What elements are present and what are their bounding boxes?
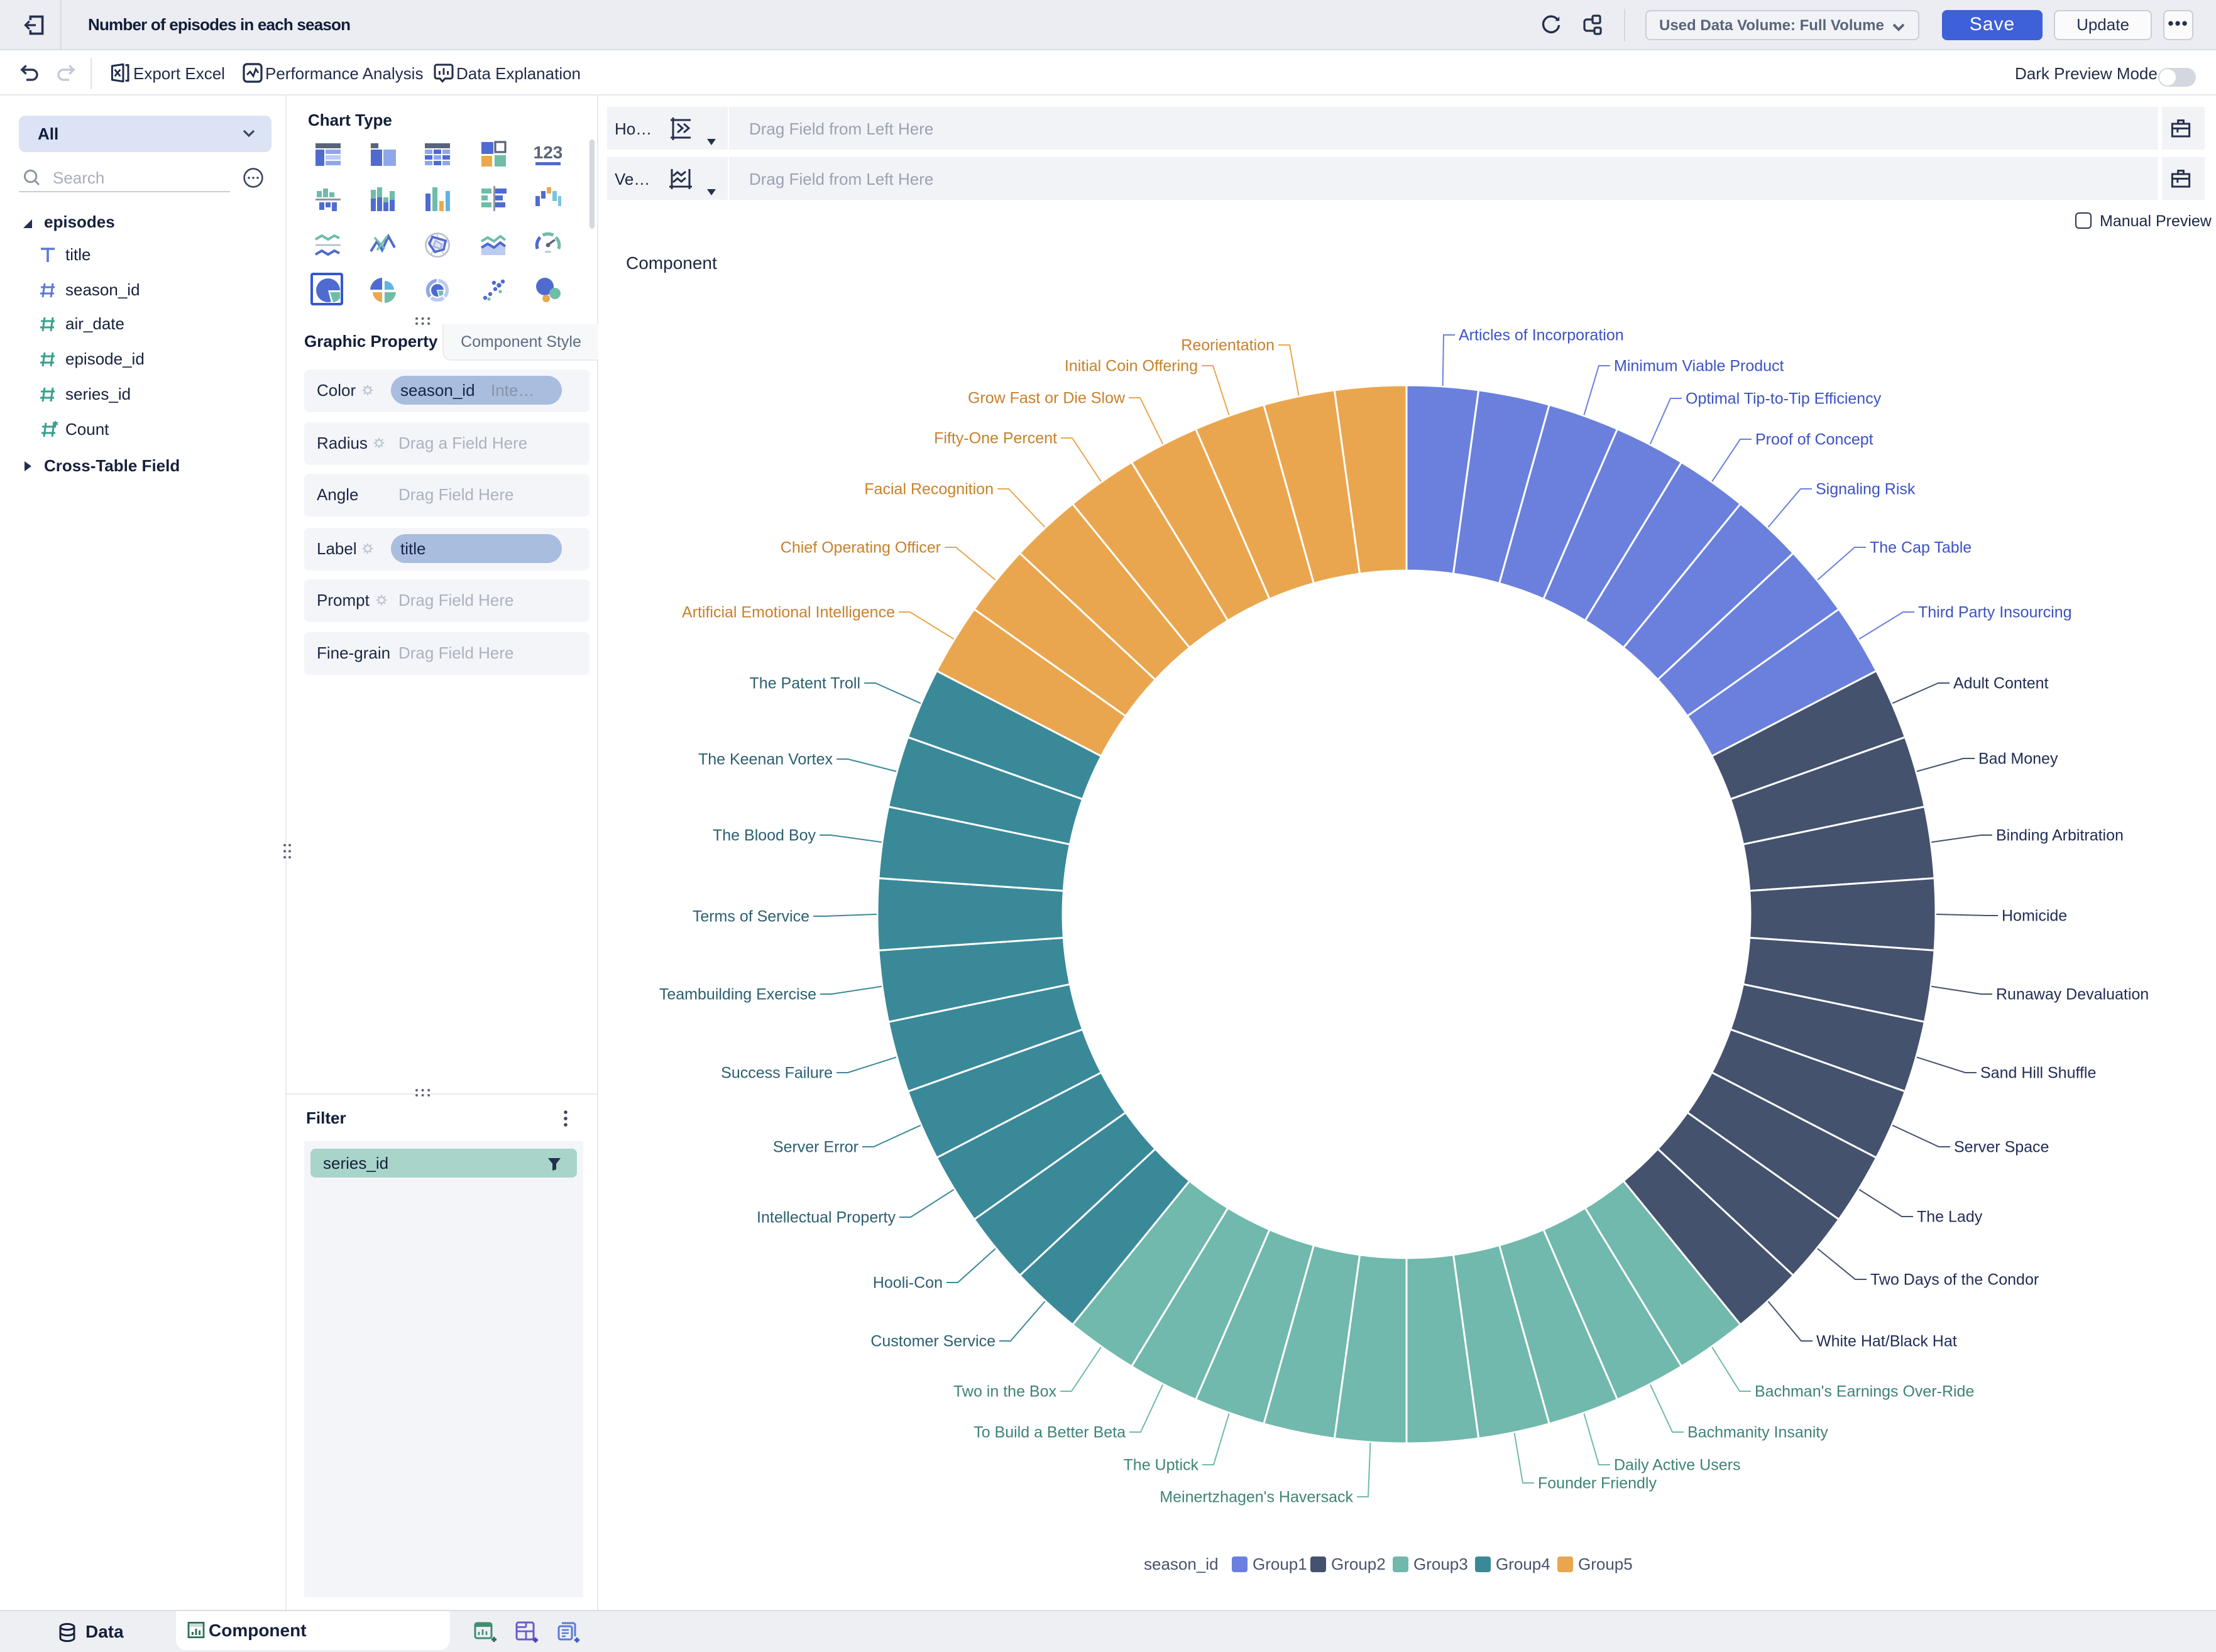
svg-text:Server Error: Server Error: [773, 1138, 858, 1156]
svg-text:Runaway Devaluation: Runaway Devaluation: [1996, 985, 2149, 1003]
svg-text:The Cap Table: The Cap Table: [1870, 539, 1972, 556]
svg-text:Terms of Service: Terms of Service: [693, 907, 809, 925]
svg-text:Third Party Insourcing: Third Party Insourcing: [1918, 603, 2072, 621]
svg-text:White Hat/Black Hat: White Hat/Black Hat: [1816, 1332, 1957, 1350]
svg-text:To Build a Better Beta: To Build a Better Beta: [974, 1423, 1126, 1441]
svg-text:Daily Active Users: Daily Active Users: [1614, 1456, 1740, 1474]
svg-text:Minimum Viable Product: Minimum Viable Product: [1614, 357, 1784, 375]
svg-text:Initial Coin Offering: Initial Coin Offering: [1065, 357, 1198, 375]
svg-text:Customer Service: Customer Service: [870, 1332, 996, 1350]
svg-text:Artificial Emotional Intellige: Artificial Emotional Intelligence: [682, 603, 895, 621]
svg-text:Bad Money: Bad Money: [1978, 750, 2058, 767]
svg-text:Meinertzhagen's Haversack: Meinertzhagen's Haversack: [1160, 1488, 1353, 1506]
svg-text:Server Space: Server Space: [1954, 1138, 2049, 1156]
svg-text:Group2: Group2: [1331, 1555, 1386, 1573]
svg-text:Facial Recognition: Facial Recognition: [864, 480, 994, 498]
svg-text:Group1: Group1: [1253, 1555, 1307, 1573]
svg-text:The Blood Boy: The Blood Boy: [713, 826, 816, 844]
svg-text:Group4: Group4: [1496, 1555, 1550, 1573]
svg-text:Chief Operating Officer: Chief Operating Officer: [781, 539, 941, 556]
svg-text:Reorientation: Reorientation: [1181, 336, 1275, 354]
svg-text:The Uptick: The Uptick: [1124, 1456, 1199, 1474]
svg-text:Founder Friendly: Founder Friendly: [1538, 1474, 1657, 1492]
svg-text:Intellectual Property: Intellectual Property: [757, 1208, 896, 1226]
svg-text:Two in the Box: Two in the Box: [953, 1382, 1056, 1400]
svg-text:Adult Content: Adult Content: [1953, 674, 2049, 692]
svg-text:Signaling Risk: Signaling Risk: [1816, 480, 1916, 498]
svg-text:Grow Fast or Die Slow: Grow Fast or Die Slow: [968, 389, 1126, 407]
svg-text:Homicide: Homicide: [2002, 907, 2067, 924]
svg-text:The Keenan Vortex: The Keenan Vortex: [698, 750, 833, 768]
svg-text:Proof of Concept: Proof of Concept: [1755, 430, 1873, 448]
svg-text:Binding Arbitration: Binding Arbitration: [1996, 826, 2124, 844]
svg-text:Bachmanity Insanity: Bachmanity Insanity: [1687, 1423, 1828, 1441]
svg-text:Hooli-Con: Hooli-Con: [873, 1274, 943, 1291]
svg-text:Two Days of the Condor: Two Days of the Condor: [1870, 1271, 2039, 1288]
svg-text:Optimal Tip-to-Tip Efficiency: Optimal Tip-to-Tip Efficiency: [1686, 390, 1882, 407]
svg-text:Success Failure: Success Failure: [721, 1064, 833, 1081]
svg-text:Sand Hill Shuffle: Sand Hill Shuffle: [1980, 1064, 2096, 1081]
svg-text:The Lady: The Lady: [1917, 1208, 1983, 1225]
svg-text:Teambuilding Exercise: Teambuilding Exercise: [659, 985, 816, 1003]
svg-text:Articles of Incorporation: Articles of Incorporation: [1459, 326, 1624, 344]
svg-text:Group3: Group3: [1413, 1555, 1468, 1573]
svg-text:season_id: season_id: [1144, 1555, 1219, 1573]
svg-text:Fifty-One Percent: Fifty-One Percent: [934, 429, 1057, 447]
svg-text:Bachman's Earnings Over-Ride: Bachman's Earnings Over-Ride: [1755, 1382, 1974, 1400]
svg-text:The Patent Troll: The Patent Troll: [750, 674, 860, 692]
svg-text:Group5: Group5: [1578, 1555, 1633, 1573]
